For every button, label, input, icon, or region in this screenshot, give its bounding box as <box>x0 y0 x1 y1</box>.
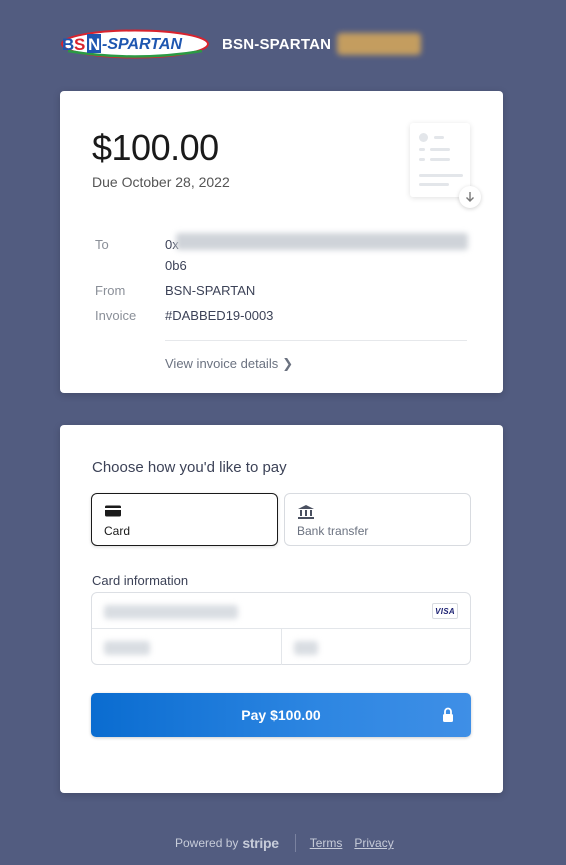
powered-by-label: Powered by <box>175 836 239 850</box>
svg-text:S: S <box>74 35 85 54</box>
svg-text:-SPARTAN: -SPARTAN <box>102 36 182 53</box>
to-address-suffix: 0b6 <box>165 258 187 273</box>
visa-icon: VISA <box>432 603 458 619</box>
pay-button-label: Pay $100.00 <box>241 707 321 723</box>
download-arrow-icon[interactable] <box>459 186 481 208</box>
redacted-address <box>176 233 468 250</box>
from-value: BSN-SPARTAN <box>165 283 256 298</box>
svg-text:N: N <box>88 35 100 54</box>
invoice-number: #DABBED19-0003 <box>165 308 274 323</box>
merchant-logo: B S N -SPARTAN <box>60 29 210 59</box>
redacted-badge <box>337 33 422 55</box>
svg-text:B: B <box>62 35 74 54</box>
lock-icon <box>441 707 455 723</box>
payment-method-card-label: Card <box>104 524 131 538</box>
header: B S N -SPARTAN BSN-SPARTAN <box>60 28 422 60</box>
view-invoice-details-link[interactable]: View invoice details ❯ <box>165 356 293 372</box>
privacy-link[interactable]: Privacy <box>354 836 393 850</box>
invoice-document-icon <box>410 123 484 208</box>
footer-divider <box>294 834 296 852</box>
chevron-right-icon: ❯ <box>282 356 294 371</box>
payment-method-bank-label: Bank transfer <box>297 524 369 538</box>
stripe-logo[interactable]: stripe <box>242 835 279 851</box>
footer: Powered by stripe Terms Privacy <box>175 832 406 854</box>
payment-card: Choose how you'd like to pay Card Bank t… <box>60 425 503 793</box>
card-information-field[interactable]: VISA <box>91 592 471 665</box>
credit-card-icon <box>104 504 122 518</box>
card-information-label: Card information <box>92 573 189 588</box>
merchant-name: BSN-SPARTAN <box>222 35 332 53</box>
terms-link[interactable]: Terms <box>310 836 343 850</box>
pay-button[interactable]: Pay $100.00 <box>91 693 471 737</box>
view-invoice-details-label: View invoice details <box>165 356 279 371</box>
card-number-input[interactable] <box>104 605 238 619</box>
invoice-label: Invoice <box>95 308 137 323</box>
divider <box>165 340 467 341</box>
payment-method-bank-transfer[interactable]: Bank transfer <box>284 493 471 546</box>
from-label: From <box>95 283 126 298</box>
payment-method-title: Choose how you'd like to pay <box>92 459 287 476</box>
due-date: Due October 28, 2022 <box>92 174 230 190</box>
to-label: To <box>95 237 109 252</box>
payment-method-card[interactable]: Card <box>91 493 278 546</box>
card-expiry-input[interactable] <box>104 641 150 655</box>
bank-icon <box>297 504 315 519</box>
document-sheet <box>410 123 470 197</box>
card-cvc-input[interactable] <box>294 641 318 655</box>
invoice-summary-card: $100.00 Due October 28, 2022 To 0x 0b6 F… <box>60 91 503 393</box>
invoice-amount: $100.00 <box>92 127 219 168</box>
